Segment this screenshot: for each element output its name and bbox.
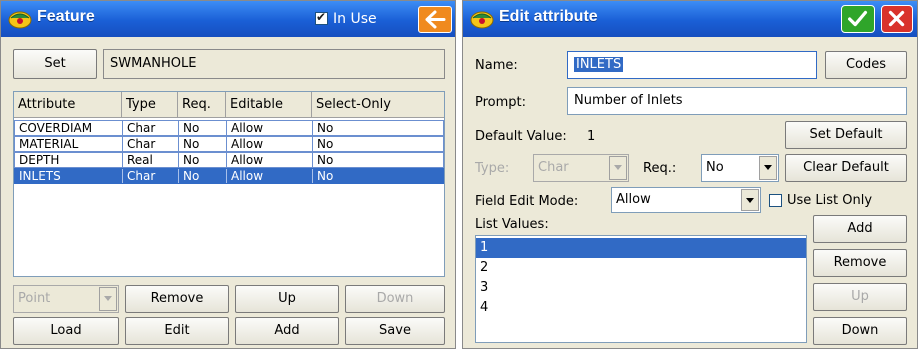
geometry-select-value: Point	[18, 291, 51, 306]
cell-attribute: COVERDIAM	[15, 121, 123, 135]
up-button[interactable]: Up	[235, 285, 339, 313]
codes-button[interactable]: Codes	[825, 51, 907, 79]
cell-req: No	[179, 169, 227, 183]
use-list-only-checkbox[interactable]	[769, 194, 782, 207]
edit-attribute-title: Edit attribute	[499, 8, 598, 25]
name-value: INLETS	[574, 57, 624, 72]
header-editable[interactable]: Editable	[226, 92, 312, 118]
clear-default-button[interactable]: Clear Default	[785, 154, 907, 182]
type-select-value: Char	[538, 160, 569, 175]
header-attribute[interactable]: Attribute	[14, 92, 122, 118]
list-values-box[interactable]: 1 2 3 4	[475, 235, 807, 343]
down-button[interactable]: Down	[345, 285, 445, 313]
chevron-down-icon	[759, 156, 777, 180]
type-label: Type:	[475, 161, 510, 176]
app-logo-icon	[8, 11, 32, 29]
list-down-button[interactable]: Down	[813, 317, 907, 345]
cell-req: No	[179, 137, 227, 151]
req-select[interactable]: No	[701, 154, 779, 182]
edit-button[interactable]: Edit	[125, 317, 229, 345]
cell-select-only: No	[317, 153, 334, 167]
list-add-button[interactable]: Add	[813, 215, 907, 243]
table-header: Attribute Type Req. Editable Select-Only	[14, 92, 444, 118]
load-button[interactable]: Load	[13, 317, 119, 345]
field-edit-mode-label: Field Edit Mode:	[475, 194, 579, 209]
arrow-left-icon	[425, 10, 446, 29]
field-edit-mode-select[interactable]: Allow	[611, 187, 761, 213]
chevron-down-icon	[99, 287, 117, 311]
back-button[interactable]	[418, 6, 452, 33]
table-row[interactable]: COVERDIAM Char No Allow No	[14, 120, 444, 136]
checkmark-icon	[848, 10, 868, 27]
save-button[interactable]: Save	[345, 317, 445, 345]
close-icon	[888, 10, 905, 27]
name-label: Name:	[475, 58, 518, 73]
app-logo-icon	[470, 11, 494, 29]
ok-button[interactable]	[841, 5, 875, 33]
type-select[interactable]: Char	[533, 154, 629, 182]
table-row[interactable]: MATERIAL Char No Allow No	[14, 136, 444, 152]
cell-type: Char	[123, 169, 179, 183]
feature-titlebar: Feature In Use	[1, 1, 455, 37]
cell-select-only: No	[317, 169, 334, 183]
header-req[interactable]: Req.	[178, 92, 226, 118]
list-item[interactable]: 3	[476, 278, 806, 298]
list-item-selected[interactable]: 1	[476, 238, 806, 258]
use-list-only-label: Use List Only	[787, 193, 873, 208]
header-type[interactable]: Type	[122, 92, 178, 118]
cell-type: Real	[123, 153, 179, 167]
cell-type: Char	[123, 137, 179, 151]
geometry-select[interactable]: Point	[13, 285, 119, 313]
chevron-down-icon	[741, 189, 759, 211]
cell-attribute: MATERIAL	[15, 137, 123, 151]
cell-attribute: INLETS	[15, 169, 123, 183]
cell-select-only: No	[317, 137, 334, 151]
req-select-value: No	[706, 160, 724, 175]
cell-editable: Allow	[227, 137, 313, 151]
feature-title: Feature	[37, 8, 95, 25]
feature-code-field: SWMANHOLE	[103, 49, 445, 79]
list-values-label: List Values:	[475, 217, 549, 232]
field-edit-mode-value: Allow	[616, 192, 651, 207]
cell-attribute: DEPTH	[15, 153, 123, 167]
list-item[interactable]: 2	[476, 258, 806, 278]
in-use-label: In Use	[333, 11, 377, 27]
prompt-label: Prompt:	[475, 95, 527, 110]
cell-type: Char	[123, 121, 179, 135]
list-up-button[interactable]: Up	[813, 283, 907, 311]
remove-button[interactable]: Remove	[125, 285, 229, 313]
in-use-checkbox[interactable]	[315, 10, 328, 25]
table-row-selected[interactable]: INLETS Char No Allow No	[14, 168, 444, 184]
edit-attribute-titlebar: Edit attribute	[463, 1, 917, 37]
default-value: 1	[587, 129, 596, 144]
list-remove-button[interactable]: Remove	[813, 249, 907, 277]
cell-req: No	[179, 153, 227, 167]
prompt-field[interactable]: Number of Inlets	[567, 87, 907, 115]
cell-editable: Allow	[227, 153, 313, 167]
table-row[interactable]: DEPTH Real No Allow No	[14, 152, 444, 168]
set-button[interactable]: Set	[13, 49, 97, 79]
req-label: Req.:	[643, 161, 677, 176]
cell-editable: Allow	[227, 169, 313, 183]
cell-select-only: No	[317, 121, 334, 135]
cancel-button[interactable]	[881, 5, 913, 33]
default-value-label: Default Value:	[475, 129, 567, 144]
add-button[interactable]: Add	[235, 317, 339, 345]
set-default-button[interactable]: Set Default	[785, 121, 907, 149]
feature-window: Feature In Use Set SWMANHOLE Attribute T…	[0, 0, 456, 349]
edit-attribute-window: Edit attribute Name: INLETS Codes Prompt…	[462, 0, 918, 349]
attribute-table[interactable]: Attribute Type Req. Editable Select-Only…	[13, 91, 445, 277]
name-field[interactable]: INLETS	[567, 51, 817, 79]
cell-editable: Allow	[227, 121, 313, 135]
cell-req: No	[179, 121, 227, 135]
header-select-only[interactable]: Select-Only	[312, 92, 444, 118]
chevron-down-icon	[609, 156, 627, 180]
list-item[interactable]: 4	[476, 298, 806, 318]
